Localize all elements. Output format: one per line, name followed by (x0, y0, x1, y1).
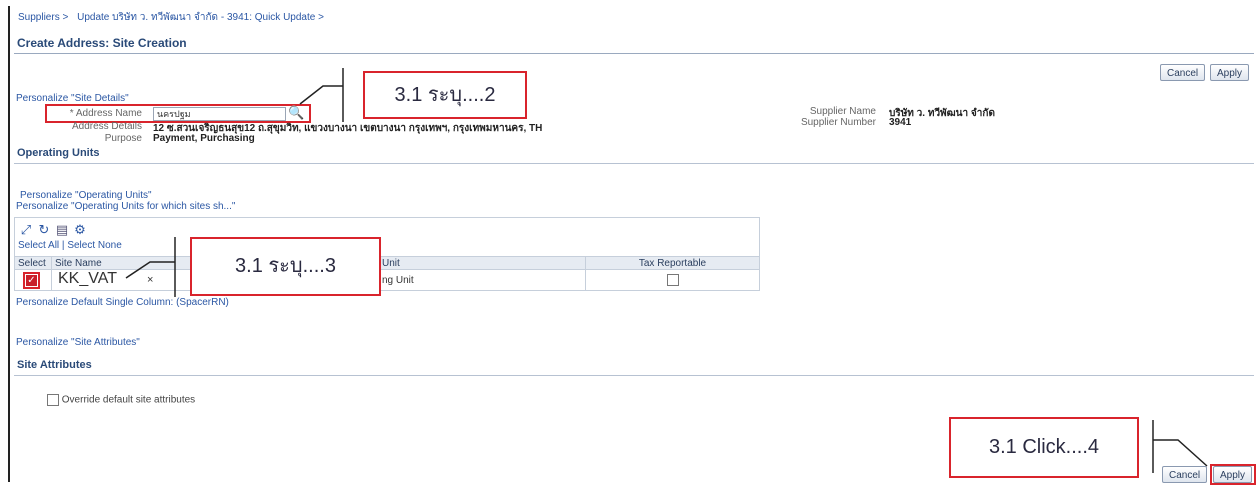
annotation-lines (125, 68, 1208, 473)
callout2-pointer (299, 85, 343, 105)
callout4-pointer (1153, 439, 1208, 467)
callout3-pointer (125, 261, 175, 279)
